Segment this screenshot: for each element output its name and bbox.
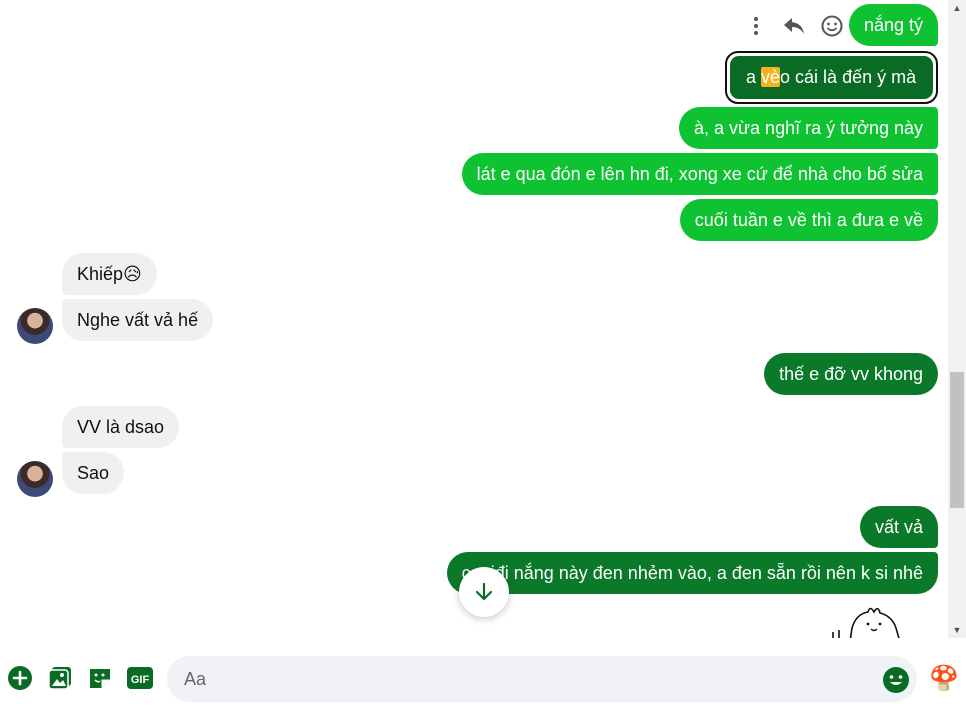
gif-label: GIF (131, 674, 150, 686)
composer: GIF 🍄 (0, 646, 966, 712)
incoming-message[interactable]: Nghe vất vả hế (62, 299, 214, 341)
search-highlight: vè (761, 67, 781, 87)
image-icon[interactable] (46, 664, 74, 692)
outgoing-message[interactable]: cgaiđi nắng này đen nhẻm vào, a đen sẵn … (446, 552, 938, 594)
scroll-to-bottom-button[interactable] (459, 567, 509, 617)
outgoing-message[interactable]: thế e đỡ vv khong (764, 353, 938, 395)
plus-icon[interactable] (6, 664, 34, 692)
mushroom-like-icon[interactable]: 🍄 (929, 664, 959, 692)
arrow-down-icon (475, 582, 493, 601)
avatar[interactable] (17, 461, 53, 497)
scroll-up-icon[interactable]: ▲ (948, 0, 966, 16)
avatar[interactable] (17, 308, 53, 344)
outgoing-message[interactable]: nắng tý (848, 4, 938, 46)
more-vert-icon[interactable] (744, 14, 768, 38)
scrollbar-thumb[interactable] (950, 372, 964, 508)
outgoing-message[interactable]: cuối tuần e về thì a đưa e về (679, 199, 938, 241)
sticker-icon[interactable] (86, 664, 114, 692)
scroll-down-icon[interactable]: ▼ (948, 622, 966, 638)
smile-icon[interactable] (820, 14, 844, 38)
emoji-icon[interactable] (882, 665, 910, 693)
incoming-message[interactable]: VV là dsao (62, 406, 180, 448)
selected-message[interactable]: a vèo cái là đến ý mà (725, 51, 938, 104)
incoming-message[interactable]: Sao (62, 452, 125, 494)
outgoing-message[interactable]: lát e qua đón e lên hn đi, xong xe cứ để… (461, 153, 938, 195)
message-actions (744, 13, 844, 39)
message-input-container[interactable] (167, 656, 917, 702)
chat-thread: nắng tý a vèo cái là đến ý mà à, a vừa n… (0, 0, 948, 638)
reply-icon[interactable] (782, 14, 806, 38)
outgoing-message[interactable]: à, a vừa nghĩ ra ý tưởng này (678, 107, 938, 149)
gif-icon[interactable]: GIF (126, 664, 154, 692)
selected-message-bubble: a vèo cái là đến ý mà (730, 56, 933, 99)
outgoing-message[interactable]: vất vả (859, 506, 938, 548)
incoming-message[interactable]: Khiếp😥 (62, 253, 157, 295)
message-input[interactable] (182, 668, 866, 691)
sticker-image[interactable] (828, 606, 908, 638)
scrollbar[interactable]: ▲ ▼ (948, 0, 966, 638)
